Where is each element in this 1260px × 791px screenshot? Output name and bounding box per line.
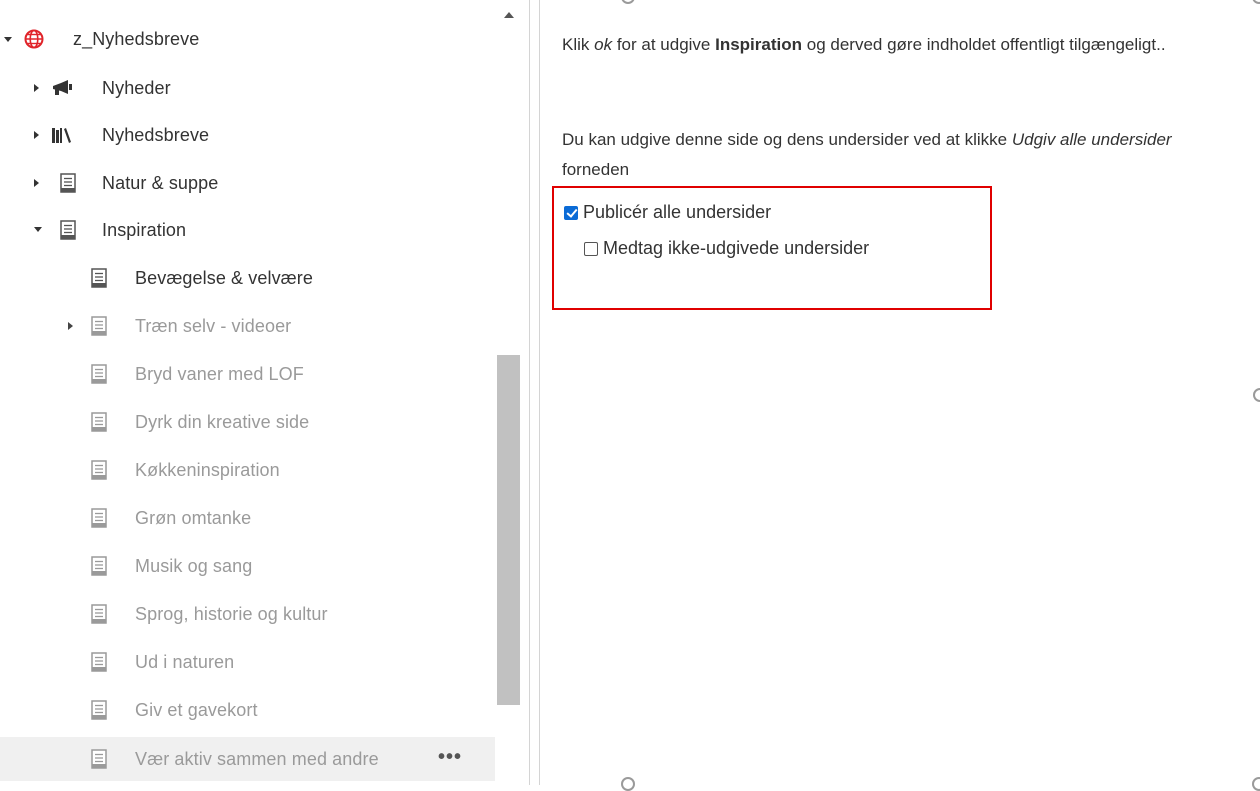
document-icon xyxy=(91,700,107,725)
tree-node-dyrk[interactable]: Dyrk din kreative side xyxy=(0,400,495,444)
panel-divider xyxy=(529,0,530,785)
loading-spinner-icon xyxy=(1253,388,1260,402)
intro-page-name: Inspiration xyxy=(715,35,803,54)
loading-spinner-icon xyxy=(621,0,635,4)
publish-dialog-content: Klik ok for at udgive Inspiration og der… xyxy=(541,0,1260,791)
include-unpublished-checkbox[interactable] xyxy=(584,241,598,256)
document-icon xyxy=(91,604,107,629)
loading-spinner-icon xyxy=(1252,0,1260,4)
document-icon xyxy=(91,652,107,677)
tree-label: Bryd vaner med LOF xyxy=(135,363,304,384)
caret-right-icon[interactable] xyxy=(34,131,39,139)
caret-right-icon[interactable] xyxy=(68,322,73,330)
publish-all-label: Publicér alle undersider xyxy=(583,202,772,222)
scroll-up-arrow-icon[interactable] xyxy=(504,12,514,18)
document-icon xyxy=(91,460,107,485)
scrollbar-thumb[interactable] xyxy=(497,355,520,705)
tree-node-groen[interactable]: Grøn omtanke xyxy=(0,496,495,540)
tree-label: Ud i naturen xyxy=(135,651,235,672)
tree-node-ud-i-naturen[interactable]: Ud i naturen xyxy=(0,640,495,684)
publish-intro-text: Klik ok for at udgive Inspiration og der… xyxy=(562,30,1242,60)
tree-node-koekken[interactable]: Køkkeninspiration xyxy=(0,448,495,492)
tree-label: Køkkeninspiration xyxy=(135,459,280,480)
subpages-note-text: Du kan udgive denne side og dens undersi… xyxy=(562,125,1242,185)
tree-node-sprog[interactable]: Sprog, historie og kultur xyxy=(0,592,495,636)
tree-node-nyheder[interactable]: Nyheder xyxy=(0,66,495,110)
document-icon xyxy=(91,316,107,341)
tree-node-bevaegelse[interactable]: Bevægelse & velvære xyxy=(0,256,495,300)
intro-text-part: Klik xyxy=(562,35,595,54)
intro-text-part: for at udgive xyxy=(612,35,716,54)
books-icon xyxy=(51,125,73,150)
tree-label: Sprog, historie og kultur xyxy=(135,603,328,624)
document-icon xyxy=(60,173,76,198)
document-icon xyxy=(91,268,107,293)
publish-all-checkbox[interactable] xyxy=(564,205,578,220)
include-unpublished-option[interactable]: Medtag ikke-udgivede undersider xyxy=(584,238,869,259)
caret-right-icon[interactable] xyxy=(34,84,39,92)
tree-node-nyhedsbreve[interactable]: Nyhedsbreve xyxy=(0,113,495,157)
document-icon xyxy=(60,220,76,245)
note-emphasis: Udgiv alle undersider xyxy=(1011,130,1172,149)
tree-label: Bevægelse & velvære xyxy=(135,267,313,288)
loading-spinner-icon xyxy=(621,777,635,791)
document-icon xyxy=(91,364,107,389)
tree-label: Grøn omtanke xyxy=(135,507,252,528)
intro-ok-term: ok xyxy=(594,35,613,54)
publish-options-box: Publicér alle undersider Medtag ikke-udg… xyxy=(552,186,992,310)
tree-label: Nyheder xyxy=(102,77,171,98)
tree-label: z_Nyhedsbreve xyxy=(73,28,200,49)
tree-label: Nyhedsbreve xyxy=(102,124,210,145)
tree-label: Giv et gavekort xyxy=(135,699,258,720)
loading-spinner-icon xyxy=(1252,777,1260,791)
document-icon xyxy=(91,749,107,774)
tree-scrollbar[interactable] xyxy=(495,0,525,785)
tree-label: Inspiration xyxy=(102,219,187,240)
note-text-part: Du kan udgive denne side og dens undersi… xyxy=(562,130,1012,149)
tree-node-inspiration[interactable]: Inspiration xyxy=(0,208,495,252)
panel-divider xyxy=(539,0,540,785)
caret-down-icon[interactable] xyxy=(34,227,42,232)
document-icon xyxy=(91,412,107,437)
more-actions-button[interactable]: ••• xyxy=(438,747,462,767)
globe-icon xyxy=(23,28,45,55)
document-icon xyxy=(91,556,107,581)
tree-label: Natur & suppe xyxy=(102,172,219,193)
tree-node-musik[interactable]: Musik og sang xyxy=(0,544,495,588)
note-text-part: forneden xyxy=(562,160,630,179)
tree-node-root[interactable]: z_Nyhedsbreve xyxy=(0,17,495,61)
tree-label: Dyrk din kreative side xyxy=(135,411,310,432)
include-unpublished-label: Medtag ikke-udgivede undersider xyxy=(603,238,870,258)
document-icon xyxy=(91,508,107,533)
caret-right-icon[interactable] xyxy=(34,179,39,187)
content-tree: z_Nyhedsbreve Nyheder Nyhedsbreve Natur … xyxy=(0,0,500,785)
publish-all-subpages-option[interactable]: Publicér alle undersider xyxy=(564,202,771,223)
tree-label: Vær aktiv sammen med andre xyxy=(135,748,379,769)
tree-node-traen-selv[interactable]: Træn selv - videoer xyxy=(0,304,495,348)
tree-label: Træn selv - videoer xyxy=(135,315,292,336)
tree-label: Musik og sang xyxy=(135,555,253,576)
tree-node-gavekort[interactable]: Giv et gavekort xyxy=(0,688,495,732)
megaphone-icon xyxy=(51,79,73,102)
caret-down-icon[interactable] xyxy=(4,37,12,42)
tree-node-vaer-aktiv[interactable]: Vær aktiv sammen med andre ••• xyxy=(0,737,495,781)
tree-node-natur-suppe[interactable]: Natur & suppe xyxy=(0,161,495,205)
tree-node-bryd-vaner[interactable]: Bryd vaner med LOF xyxy=(0,352,495,396)
intro-text-part: og derved gøre indholdet offentligt tilg… xyxy=(802,35,1166,54)
